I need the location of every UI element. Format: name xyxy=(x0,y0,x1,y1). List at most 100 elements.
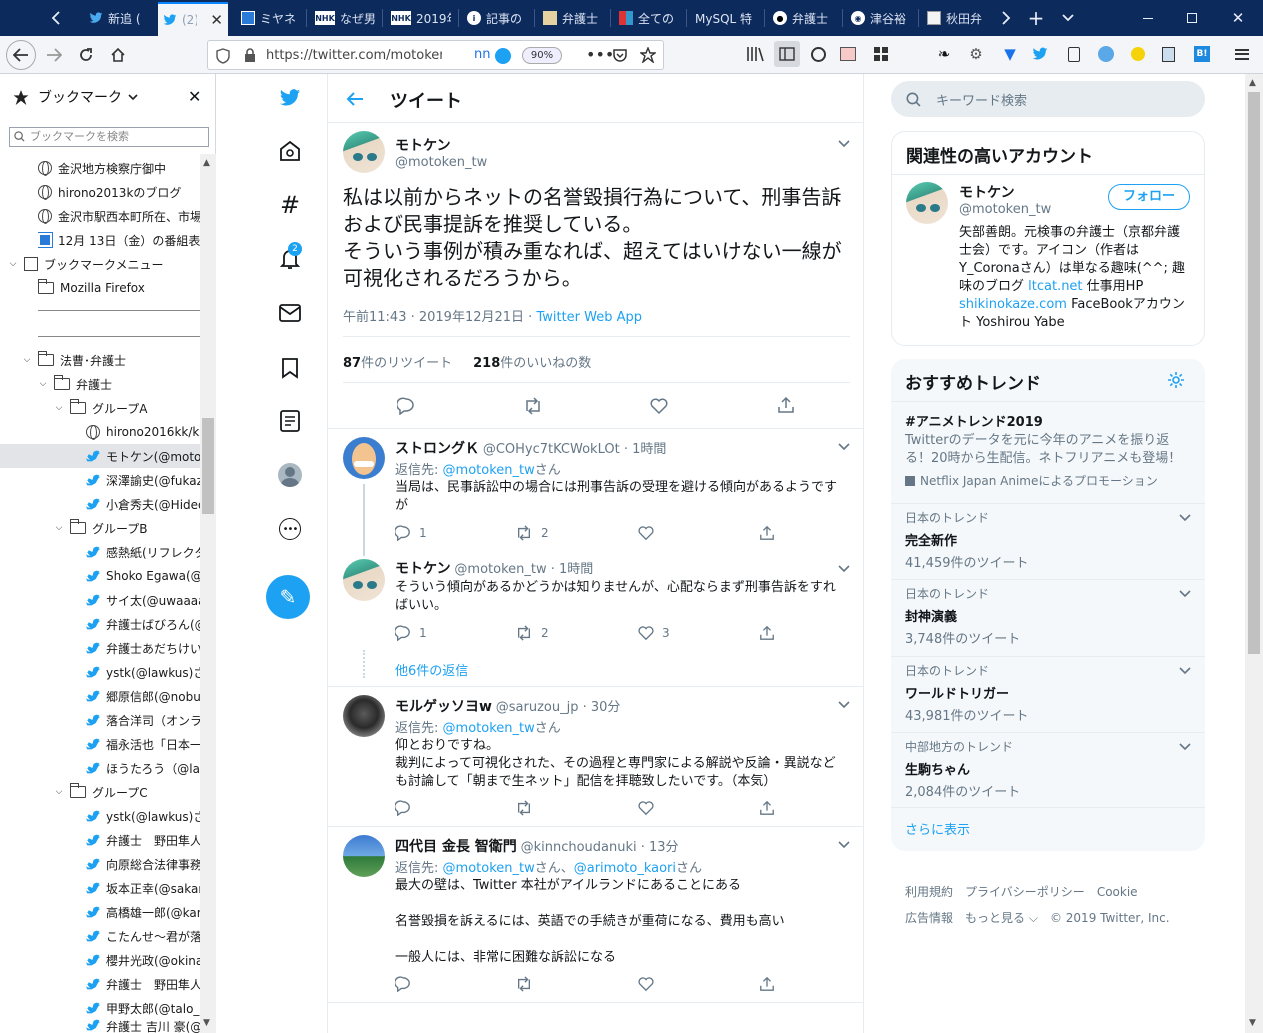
like-button[interactable] xyxy=(638,976,654,992)
retweet-button[interactable] xyxy=(515,976,533,992)
bookmark-folder[interactable]: ⌵ グループA xyxy=(54,396,200,420)
like-icon[interactable] xyxy=(650,397,668,415)
forward-button[interactable] xyxy=(40,41,68,69)
like-button[interactable] xyxy=(638,800,654,816)
tab-4[interactable]: NHK 2019年 xyxy=(386,2,456,34)
lightbulb-icon[interactable] xyxy=(1128,44,1148,64)
messages-icon[interactable] xyxy=(275,298,305,328)
more-link[interactable]: もっと見る ⌵ xyxy=(965,911,1038,925)
reply-button[interactable] xyxy=(395,800,411,816)
avatar[interactable] xyxy=(343,559,385,601)
bookmark-search-input[interactable]: ブックマークを検索 xyxy=(9,127,209,147)
star-icon[interactable] xyxy=(640,47,656,63)
reply-author-handle[interactable]: @COHyc7tKCWokLOt · 1時間 xyxy=(483,442,667,457)
maximize-button[interactable] xyxy=(1172,0,1212,36)
promoted-trend[interactable]: #アニメトレンド2019 Twitterのデータを元に今年のアニメを振り返る！2… xyxy=(905,411,1193,489)
bookmark-item[interactable]: 甲野太郎(@talo_k xyxy=(86,996,200,1020)
reply-author-name[interactable]: モトケン xyxy=(395,561,451,577)
avatar[interactable] xyxy=(906,182,948,224)
vpn-icon[interactable]: ▼ xyxy=(1000,44,1020,64)
back-button[interactable] xyxy=(6,40,36,70)
chevron-down-icon[interactable] xyxy=(128,93,138,101)
retweet-button[interactable] xyxy=(515,800,533,816)
reply-author-handle[interactable]: @motoken_tw · 1時間 xyxy=(454,562,593,577)
profile-icon[interactable] xyxy=(275,460,305,490)
compose-tweet-button[interactable]: ✎ xyxy=(266,575,310,619)
bookmark-item[interactable]: 感熱紙(リフレクター. xyxy=(86,540,200,564)
reply-author-name[interactable]: 四代目 金長 智衛門 xyxy=(395,839,517,855)
library-icon[interactable] xyxy=(745,44,765,64)
home-icon[interactable] xyxy=(275,136,305,166)
bookmark-item[interactable]: こたんせ～君が落ち xyxy=(86,924,200,948)
bookmark-item[interactable]: 深澤諭史(@fukaza xyxy=(86,468,200,492)
bookmark-item[interactable]: 弁護士あだちけいた xyxy=(86,636,200,660)
tab-1[interactable]: (2) ✕ xyxy=(158,2,228,36)
bio-link[interactable]: ltcat.net xyxy=(1028,279,1082,294)
bookmark-item[interactable]: ほうたろう（@lawy xyxy=(86,756,200,780)
evernote-icon[interactable]: ❧ xyxy=(934,44,954,64)
reload-button[interactable] xyxy=(72,41,100,69)
account-name[interactable]: モトケン xyxy=(959,182,1015,202)
bookmark-folder[interactable]: ⌵ グループB xyxy=(54,516,200,540)
bookmark-item[interactable]: 落合洋司（オンライ xyxy=(86,708,200,732)
terms-link[interactable]: 利用規約 xyxy=(905,885,953,899)
bookmark-icon[interactable] xyxy=(275,353,305,383)
reply-author-handle[interactable]: @kinnchoudanuki · 13分 xyxy=(521,840,679,855)
close-window-button[interactable]: ✕ xyxy=(1218,0,1258,36)
tab-5[interactable]: i 記事の xyxy=(462,2,532,34)
reply-author-handle[interactable]: @saruzou_jp · 30分 xyxy=(496,700,621,715)
tab-8[interactable]: MySQL 特 xyxy=(690,2,762,34)
bookmark-item[interactable]: 金沢地方検察庁御中 xyxy=(38,156,200,180)
chevron-down-icon[interactable] xyxy=(1179,590,1191,598)
scroll-down-icon[interactable]: ▼ xyxy=(203,1018,210,1028)
page-scrollbar[interactable]: ▲ ▼ xyxy=(1245,74,1263,1033)
twitter-logo-icon[interactable] xyxy=(275,83,305,113)
retweet-button[interactable]: 2 xyxy=(515,525,549,541)
bookmark-item[interactable]: 坂本正幸(@sakam xyxy=(86,876,200,900)
like-button[interactable] xyxy=(638,525,662,541)
show-more-trends-link[interactable]: さらに表示 xyxy=(905,819,970,838)
tab-list-button[interactable] xyxy=(1056,0,1080,36)
tweet-source-link[interactable]: Twitter Web App xyxy=(536,310,642,325)
follow-button[interactable]: フォロー xyxy=(1108,184,1190,210)
bookmark-item[interactable]: 弁護士ばびろん(@. xyxy=(86,612,200,636)
bookmark-folder[interactable]: ⌵ 法曹･弁護士 xyxy=(22,348,200,372)
new-tab-button[interactable]: + xyxy=(1024,0,1048,36)
tab-6[interactable]: 弁護士 xyxy=(538,2,608,34)
bookmark-item[interactable]: 小倉秀夫(@Hideo xyxy=(86,492,200,516)
settings-extension-icon[interactable]: ⚙ xyxy=(966,44,986,64)
share-button[interactable] xyxy=(759,625,775,641)
tab-10[interactable]: ◉ 津谷裕 xyxy=(846,2,916,34)
chevron-down-icon[interactable] xyxy=(838,443,850,451)
reply-button[interactable]: 1 xyxy=(395,625,427,641)
retweet-button[interactable]: 2 xyxy=(515,625,549,641)
scroll-down-icon[interactable]: ▼ xyxy=(1249,1018,1256,1028)
lists-icon[interactable] xyxy=(275,406,305,436)
share-button[interactable] xyxy=(759,976,775,992)
twitter-extension-icon[interactable] xyxy=(1030,44,1050,64)
bookmark-folder[interactable]: ⌵ グループC xyxy=(54,780,200,804)
page-scroll-thumb[interactable] xyxy=(1248,92,1260,654)
bookmark-item[interactable]: サイ太(@uwaaaa)さ xyxy=(86,588,200,612)
screenshot-icon[interactable] xyxy=(838,44,858,64)
explore-hashtag-icon[interactable]: # xyxy=(275,190,305,220)
home-button[interactable] xyxy=(104,41,132,69)
chevron-down-icon[interactable] xyxy=(838,841,850,849)
chevron-down-icon[interactable] xyxy=(838,701,850,709)
sidebar-title[interactable]: ブックマーク xyxy=(38,87,122,107)
cookie-link[interactable]: Cookie xyxy=(1097,885,1138,899)
like-button[interactable]: 3 xyxy=(638,625,670,641)
search-input[interactable]: キーワード検索 xyxy=(891,81,1205,117)
sidebar-scroll-thumb[interactable] xyxy=(202,418,214,514)
reply-author-name[interactable]: モルゲッソヨw xyxy=(395,699,492,715)
bookmark-item[interactable]: 櫻井光政(@okina xyxy=(86,948,200,972)
show-more-replies-link[interactable]: 他6件の返信 xyxy=(395,660,468,679)
url-bar[interactable]: https://twitter.com/motoken nn 90% ••• xyxy=(207,40,664,70)
extensions-grid-icon[interactable] xyxy=(871,44,891,64)
bookmark-item[interactable]: 福永活也「日本一. xyxy=(86,732,200,756)
back-arrow-icon[interactable] xyxy=(346,91,364,107)
tweet-author-handle[interactable]: @motoken_tw xyxy=(395,155,487,170)
like-count[interactable]: 218 xyxy=(473,356,500,371)
chevron-down-icon[interactable] xyxy=(838,565,850,573)
settings-gear-icon[interactable] xyxy=(1167,371,1185,389)
